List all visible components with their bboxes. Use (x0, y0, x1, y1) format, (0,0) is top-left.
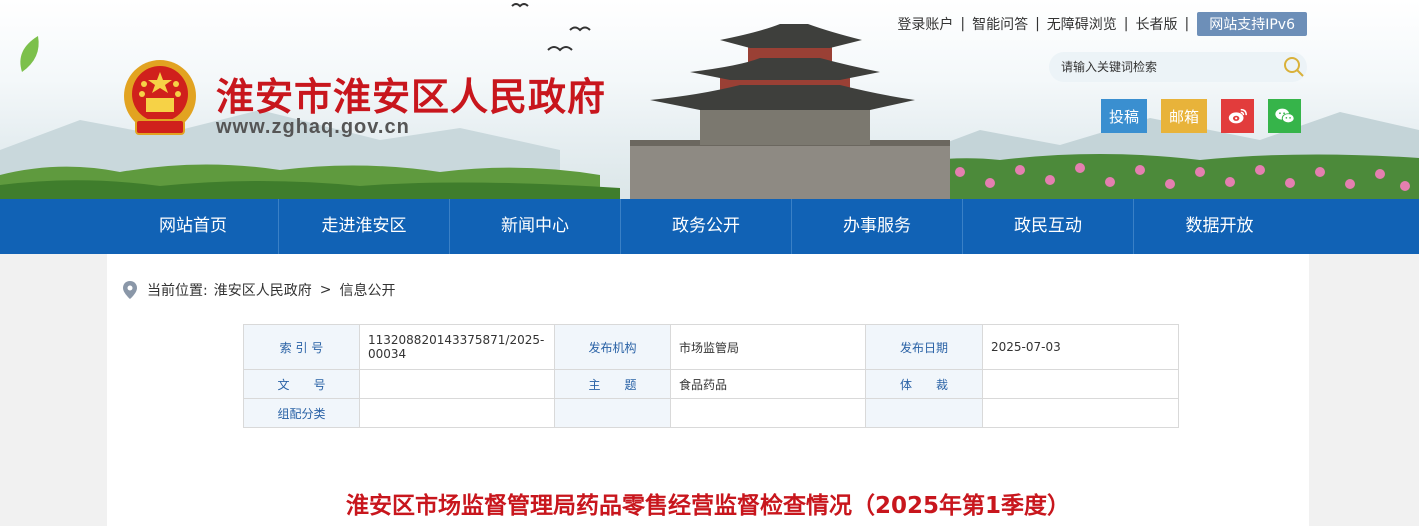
article-title: 淮安区市场监督管理局药品零售经营监督检查情况（2025年第1季度） (345, 493, 1071, 519)
meta-label-empty (865, 398, 983, 428)
breadcrumb-prefix: 当前位置: (147, 283, 208, 299)
search-box (1049, 52, 1307, 82)
nav-item-services[interactable]: 办事服务 (792, 199, 963, 254)
nav-item-news[interactable]: 新闻中心 (450, 199, 621, 254)
breadcrumb-item-info[interactable]: 信息公开 (339, 280, 395, 300)
meta-value-date: 2025-07-03 (982, 324, 1179, 370)
meta-label-empty (554, 398, 671, 428)
nav-item-about[interactable]: 走进淮安区 (279, 199, 450, 254)
main-nav: 网站首页 走进淮安区 新闻中心 政务公开 办事服务 政民互动 数据开放 (0, 199, 1419, 254)
meta-value-genre (982, 369, 1179, 399)
login-link[interactable]: 登录账户 (890, 14, 960, 34)
site-header: 淮安市淮安区人民政府 www.zghaq.gov.cn 登录账户 | 智能问答 … (0, 0, 1419, 199)
accessibility-link[interactable]: 无障碍浏览 (1040, 14, 1124, 34)
meta-label: 文 号 (243, 369, 360, 399)
meta-value-index: 113208820143375871/2025-00034 (359, 324, 555, 370)
meta-value-publisher: 市场监管局 (670, 324, 866, 370)
smart-qa-link[interactable]: 智能问答 (965, 14, 1035, 34)
breadcrumb-separator: > (319, 282, 332, 298)
meta-row: 组配分类 (243, 398, 1179, 428)
meta-label: 体 裁 (865, 369, 983, 399)
meta-value-category (359, 398, 555, 428)
breadcrumb: 当前位置: 淮安区人民政府 > 信息公开 (123, 280, 395, 300)
meta-row: 索 引 号 113208820143375871/2025-00034 发布机构… (243, 324, 1179, 370)
meta-label: 组配分类 (243, 398, 360, 428)
ipv6-badge: 网站支持IPv6 (1197, 12, 1307, 36)
national-emblem-icon (124, 60, 196, 135)
meta-row: 文 号 主 题 食品药品 体 裁 (243, 369, 1179, 399)
meta-label: 发布机构 (554, 324, 671, 370)
wechat-icon (1274, 108, 1295, 124)
meta-label: 索 引 号 (243, 324, 360, 370)
article-meta-table: 索 引 号 113208820143375871/2025-00034 发布机构… (243, 324, 1179, 428)
search-input[interactable] (1049, 60, 1274, 74)
meta-value-empty (982, 398, 1179, 428)
top-links: 登录账户 | 智能问答 | 无障碍浏览 | 长者版 | 网站支持IPv6 (890, 12, 1307, 36)
main-content: 当前位置: 淮安区人民政府 > 信息公开 索 引 号 1132088201433… (107, 254, 1309, 526)
submit-article-button[interactable]: 投稿 (1101, 99, 1147, 133)
search-icon[interactable] (1283, 56, 1305, 78)
meta-label: 主 题 (554, 369, 671, 399)
meta-value-doc-number (359, 369, 555, 399)
breadcrumb-item-home[interactable]: 淮安区人民政府 (214, 280, 312, 300)
nav-item-gov-affairs[interactable]: 政务公开 (621, 199, 792, 254)
weibo-icon (1228, 108, 1247, 124)
wechat-button[interactable] (1268, 99, 1301, 133)
meta-value-empty (670, 398, 866, 428)
nav-item-home[interactable]: 网站首页 (108, 199, 279, 254)
meta-value-topic: 食品药品 (670, 369, 866, 399)
site-title: 淮安市淮安区人民政府 (216, 74, 607, 119)
nav-item-open-data[interactable]: 数据开放 (1134, 199, 1305, 254)
elder-version-link[interactable]: 长者版 (1129, 14, 1185, 34)
nav-item-interaction[interactable]: 政民互动 (963, 199, 1134, 254)
meta-label: 发布日期 (865, 324, 983, 370)
weibo-button[interactable] (1221, 99, 1254, 133)
mailbox-button[interactable]: 邮箱 (1161, 99, 1207, 133)
location-pin-icon (123, 281, 137, 299)
site-url: www.zghaq.gov.cn (216, 116, 410, 138)
separator: | (1184, 16, 1190, 32)
